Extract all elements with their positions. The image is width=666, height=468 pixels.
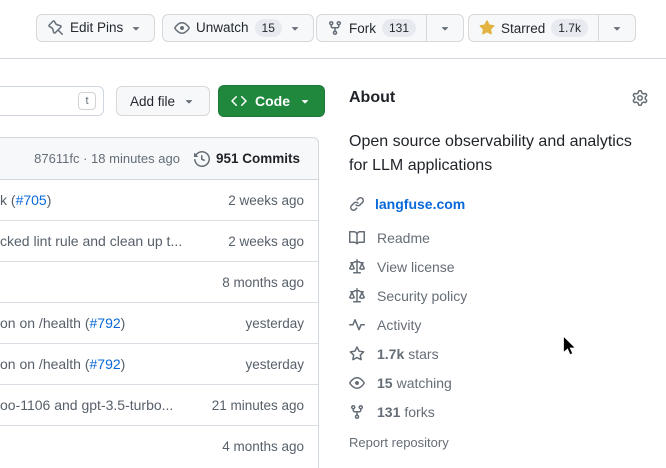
commit-age: yesterday [245, 357, 304, 372]
add-file-button[interactable]: Add file [116, 86, 210, 116]
commit-message[interactable]: on on /health (#792) [0, 356, 233, 372]
commit-message[interactable]: oo-1106 and gpt-3.5-turbo... [0, 397, 200, 413]
fork-button[interactable]: Fork 131 [317, 15, 426, 41]
history-icon [194, 151, 210, 167]
chevron-down-icon [298, 94, 312, 108]
link-icon [349, 196, 365, 212]
chevron-down-icon [288, 21, 302, 35]
pulse-icon [349, 317, 365, 333]
repo-action-bar: Edit Pins Unwatch 15 Fork 131 Starred 1. [0, 0, 666, 59]
table-row[interactable]: on on /health (#792) yesterday [0, 344, 318, 385]
code-button[interactable]: Code [218, 85, 325, 117]
commit-message[interactable]: k (#705) [0, 192, 216, 208]
commits-count-label: 951 Commits [216, 151, 300, 166]
star-filled-icon [479, 20, 495, 36]
add-file-label: Add file [130, 94, 175, 109]
gear-icon [632, 90, 648, 106]
about-title: About [349, 89, 395, 107]
view-license-link[interactable]: View license [349, 259, 648, 275]
watching-link[interactable]: 15watching [349, 375, 648, 391]
edit-pins-label: Edit Pins [70, 15, 123, 41]
issue-link[interactable]: #792 [90, 315, 121, 331]
issue-link[interactable]: #792 [90, 356, 121, 372]
stars-link[interactable]: 1.7kstars [349, 346, 648, 362]
chevron-down-icon [610, 21, 624, 35]
security-policy-link[interactable]: Security policy [349, 288, 648, 304]
table-row[interactable]: on on /health (#792) yesterday [0, 303, 318, 344]
readme-link[interactable]: Readme [349, 230, 648, 246]
activity-link[interactable]: Activity [349, 317, 648, 333]
fork-count-badge: 131 [382, 19, 416, 37]
file-table: k (#705) 2 weeks ago cked lint rule and … [0, 180, 319, 468]
chevron-down-icon [129, 21, 143, 35]
go-to-file-input[interactable]: t [0, 86, 104, 116]
book-icon [349, 230, 365, 246]
eye-icon [349, 375, 365, 391]
table-row[interactable]: oo-1106 and gpt-3.5-turbo... 21 minutes … [0, 385, 318, 426]
commit-age: yesterday [245, 316, 304, 331]
star-icon [349, 346, 365, 362]
starred-label: Starred [501, 21, 545, 36]
fork-icon [349, 404, 365, 420]
table-row[interactable]: k (#705) 2 weeks ago [0, 180, 318, 221]
repo-website-link[interactable]: langfuse.com [375, 196, 465, 212]
code-icon [231, 93, 247, 109]
commit-separator: · [83, 151, 87, 166]
commit-age: 21 minutes ago [212, 398, 304, 413]
code-label: Code [255, 93, 290, 109]
eye-icon [174, 20, 190, 36]
commit-age: 2 weeks ago [228, 234, 304, 249]
commit-age: 2 weeks ago [228, 193, 304, 208]
commit-history-link[interactable]: 951 Commits [194, 151, 300, 167]
keyboard-shortcut-hint: t [78, 92, 96, 110]
about-links-list: Readme View license Security policy Acti… [349, 230, 648, 420]
chevron-down-icon [438, 21, 452, 35]
issue-link[interactable]: #705 [16, 192, 47, 208]
commit-message[interactable]: cked lint rule and clean up t... [0, 233, 216, 249]
repo-description: Open source observability and analytics … [349, 130, 648, 178]
star-count-badge: 1.7k [551, 19, 588, 37]
forks-link[interactable]: 131forks [349, 404, 648, 420]
latest-commit-bar: 87611fc · 18 minutes ago 951 Commits [0, 137, 319, 180]
report-repository-link[interactable]: Report repository [349, 435, 648, 450]
chevron-down-icon [182, 94, 196, 108]
commit-sha[interactable]: 87611fc [34, 151, 79, 166]
fork-label: Fork [349, 21, 376, 36]
fork-button-group: Fork 131 [316, 14, 464, 42]
repo-settings-button[interactable] [632, 90, 648, 106]
edit-pins-button[interactable]: Edit Pins [36, 14, 155, 42]
pin-icon [48, 20, 64, 36]
commit-message[interactable]: on on /health (#792) [0, 315, 233, 331]
commit-age: 8 months ago [222, 275, 304, 290]
watch-count-badge: 15 [255, 19, 282, 37]
star-button-group: Starred 1.7k [468, 14, 636, 42]
law-icon [349, 259, 365, 275]
fork-icon [327, 20, 343, 36]
law-icon [349, 288, 365, 304]
commit-age: 4 months ago [222, 439, 304, 454]
github-repo-page: Edit Pins Unwatch 15 Fork 131 Starred 1. [0, 0, 666, 468]
table-row[interactable]: 8 months ago [0, 262, 318, 303]
table-row[interactable]: cked lint rule and clean up t... 2 weeks… [0, 221, 318, 262]
commit-time: 18 minutes ago [91, 151, 180, 166]
unwatch-label: Unwatch [196, 15, 249, 41]
star-dropdown-button[interactable] [598, 15, 635, 41]
unwatch-button[interactable]: Unwatch 15 [162, 14, 314, 42]
fork-dropdown-button[interactable] [426, 15, 463, 41]
about-header: About [349, 86, 648, 110]
repo-website-row: langfuse.com [349, 196, 648, 212]
table-row[interactable]: 4 months ago [0, 426, 318, 467]
about-section: About Open source observability and anal… [349, 86, 648, 450]
commit-meta[interactable]: 87611fc · 18 minutes ago [34, 151, 180, 166]
starred-button[interactable]: Starred 1.7k [469, 15, 598, 41]
